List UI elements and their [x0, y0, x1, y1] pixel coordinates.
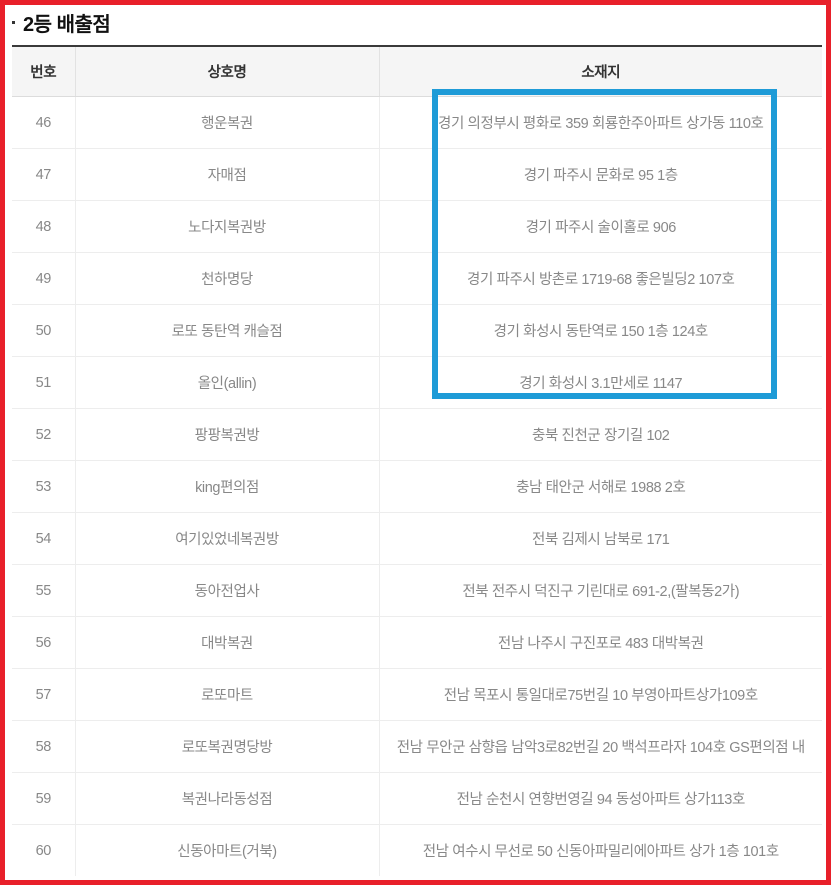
cell-store-name: 노다지복권방: [75, 200, 380, 253]
lottery-stores-table: 번호 상호명 소재지 46 행운복권 경기 의정부시 평화로 359 회룡한주아파트…: [12, 45, 822, 876]
table-row: 56 대박복권 전남 나주시 구진포로 483 대박복권: [12, 616, 822, 669]
page-title: 2등 배출점: [23, 14, 111, 36]
table-wrapper: 번호 상호명 소재지 46 행운복권 경기 의정부시 평화로 359 회룡한주아파트…: [12, 45, 822, 876]
column-header-number: 번호: [12, 46, 76, 97]
cell-number: 52: [12, 408, 76, 461]
column-header-address: 소재지: [379, 46, 822, 97]
cell-number: 60: [12, 824, 76, 876]
cell-number: 57: [12, 668, 76, 721]
section-heading: 2등 배출점: [5, 5, 826, 45]
cell-address: 경기 의정부시 평화로 359 회룡한주아파트 상가동 110호: [379, 96, 822, 149]
table-row: 51 올인(allin) 경기 화성시 3.1만세로 1147: [12, 356, 822, 409]
cell-number: 51: [12, 356, 76, 409]
cell-address: 경기 파주시 술이홀로 906: [379, 200, 822, 253]
table-header: 번호 상호명 소재지: [12, 46, 822, 97]
cell-store-name: 팡팡복권방: [75, 408, 380, 461]
table-row: 58 로또복권명당방 전남 무안군 삼향읍 남악3로82번길 20 백석프라자 10…: [12, 720, 822, 773]
cell-store-name: 동아전업사: [75, 564, 380, 617]
cell-store-name: 로또복권명당방: [75, 720, 380, 773]
table-row: 52 팡팡복권방 충북 진천군 장기길 102: [12, 408, 822, 461]
table-row: 48 노다지복권방 경기 파주시 술이홀로 906: [12, 200, 822, 253]
column-header-store: 상호명: [75, 46, 380, 97]
cell-number: 53: [12, 460, 76, 513]
cell-store-name: 복권나라동성점: [75, 772, 380, 825]
table-row: 55 동아전업사 전북 전주시 덕진구 기린대로 691-2,(팔복동2가): [12, 564, 822, 617]
table-row: 50 로또 동탄역 캐슬점 경기 화성시 동탄역로 150 1층 124호: [12, 304, 822, 357]
cell-store-name: 자매점: [75, 148, 380, 201]
cell-address: 전북 김제시 남북로 171: [379, 512, 822, 565]
table-row: 60 신동아마트(거북) 전남 여수시 무선로 50 신동아파밀리에아파트 상가 1…: [12, 824, 822, 876]
cell-store-name: 대박복권: [75, 616, 380, 669]
table-row: 46 행운복권 경기 의정부시 평화로 359 회룡한주아파트 상가동 110호: [12, 96, 822, 149]
cell-number: 46: [12, 96, 76, 149]
cell-number: 49: [12, 252, 76, 305]
cell-store-name: 로또마트: [75, 668, 380, 721]
bullet-icon: [12, 20, 15, 24]
cell-store-name: 행운복권: [75, 96, 380, 149]
cell-number: 48: [12, 200, 76, 253]
cell-number: 55: [12, 564, 76, 617]
cell-address: 전남 나주시 구진포로 483 대박복권: [379, 616, 822, 669]
cell-address: 경기 파주시 문화로 95 1층: [379, 148, 822, 201]
cell-store-name: king편의점: [75, 460, 380, 513]
page-inner: 2등 배출점 번호 상호명 소재지 46 행운복권 경기 의정부시 평화로 359 …: [5, 5, 826, 880]
cell-address: 경기 파주시 방촌로 1719-68 좋은빌딩2 107호: [379, 252, 822, 305]
table-header-row: 번호 상호명 소재지: [12, 46, 822, 97]
cell-address: 경기 화성시 3.1만세로 1147: [379, 356, 822, 409]
cell-number: 59: [12, 772, 76, 825]
cell-number: 50: [12, 304, 76, 357]
table-row: 53 king편의점 충남 태안군 서해로 1988 2호: [12, 460, 822, 513]
table-row: 59 복권나라동성점 전남 순천시 연향번영길 94 동성아파트 상가113호: [12, 772, 822, 825]
cell-store-name: 천하명당: [75, 252, 380, 305]
cell-store-name: 여기있었네복권방: [75, 512, 380, 565]
cell-address: 충남 태안군 서해로 1988 2호: [379, 460, 822, 513]
table-row: 47 자매점 경기 파주시 문화로 95 1층: [12, 148, 822, 201]
cell-address: 전남 목포시 통일대로75번길 10 부영아파트상가109호: [379, 668, 822, 721]
cell-number: 47: [12, 148, 76, 201]
cell-store-name: 올인(allin): [75, 356, 380, 409]
cell-store-name: 신동아마트(거북): [75, 824, 380, 876]
page-container: 2등 배출점 번호 상호명 소재지 46 행운복권 경기 의정부시 평화로 359 …: [0, 0, 831, 885]
cell-address: 전북 전주시 덕진구 기린대로 691-2,(팔복동2가): [379, 564, 822, 617]
cell-address: 전남 순천시 연향번영길 94 동성아파트 상가113호: [379, 772, 822, 825]
table-row: 49 천하명당 경기 파주시 방촌로 1719-68 좋은빌딩2 107호: [12, 252, 822, 305]
table-row: 54 여기있었네복권방 전북 김제시 남북로 171: [12, 512, 822, 565]
cell-address: 충북 진천군 장기길 102: [379, 408, 822, 461]
table-row: 57 로또마트 전남 목포시 통일대로75번길 10 부영아파트상가109호: [12, 668, 822, 721]
cell-number: 56: [12, 616, 76, 669]
cell-address: 전남 여수시 무선로 50 신동아파밀리에아파트 상가 1층 101호: [379, 824, 822, 876]
cell-address: 전남 무안군 삼향읍 남악3로82번길 20 백석프라자 104호 GS편의점 …: [379, 720, 822, 773]
cell-number: 54: [12, 512, 76, 565]
cell-number: 58: [12, 720, 76, 773]
cell-address: 경기 화성시 동탄역로 150 1층 124호: [379, 304, 822, 357]
table-body: 46 행운복권 경기 의정부시 평화로 359 회룡한주아파트 상가동 110호 47…: [12, 96, 822, 876]
cell-store-name: 로또 동탄역 캐슬점: [75, 304, 380, 357]
